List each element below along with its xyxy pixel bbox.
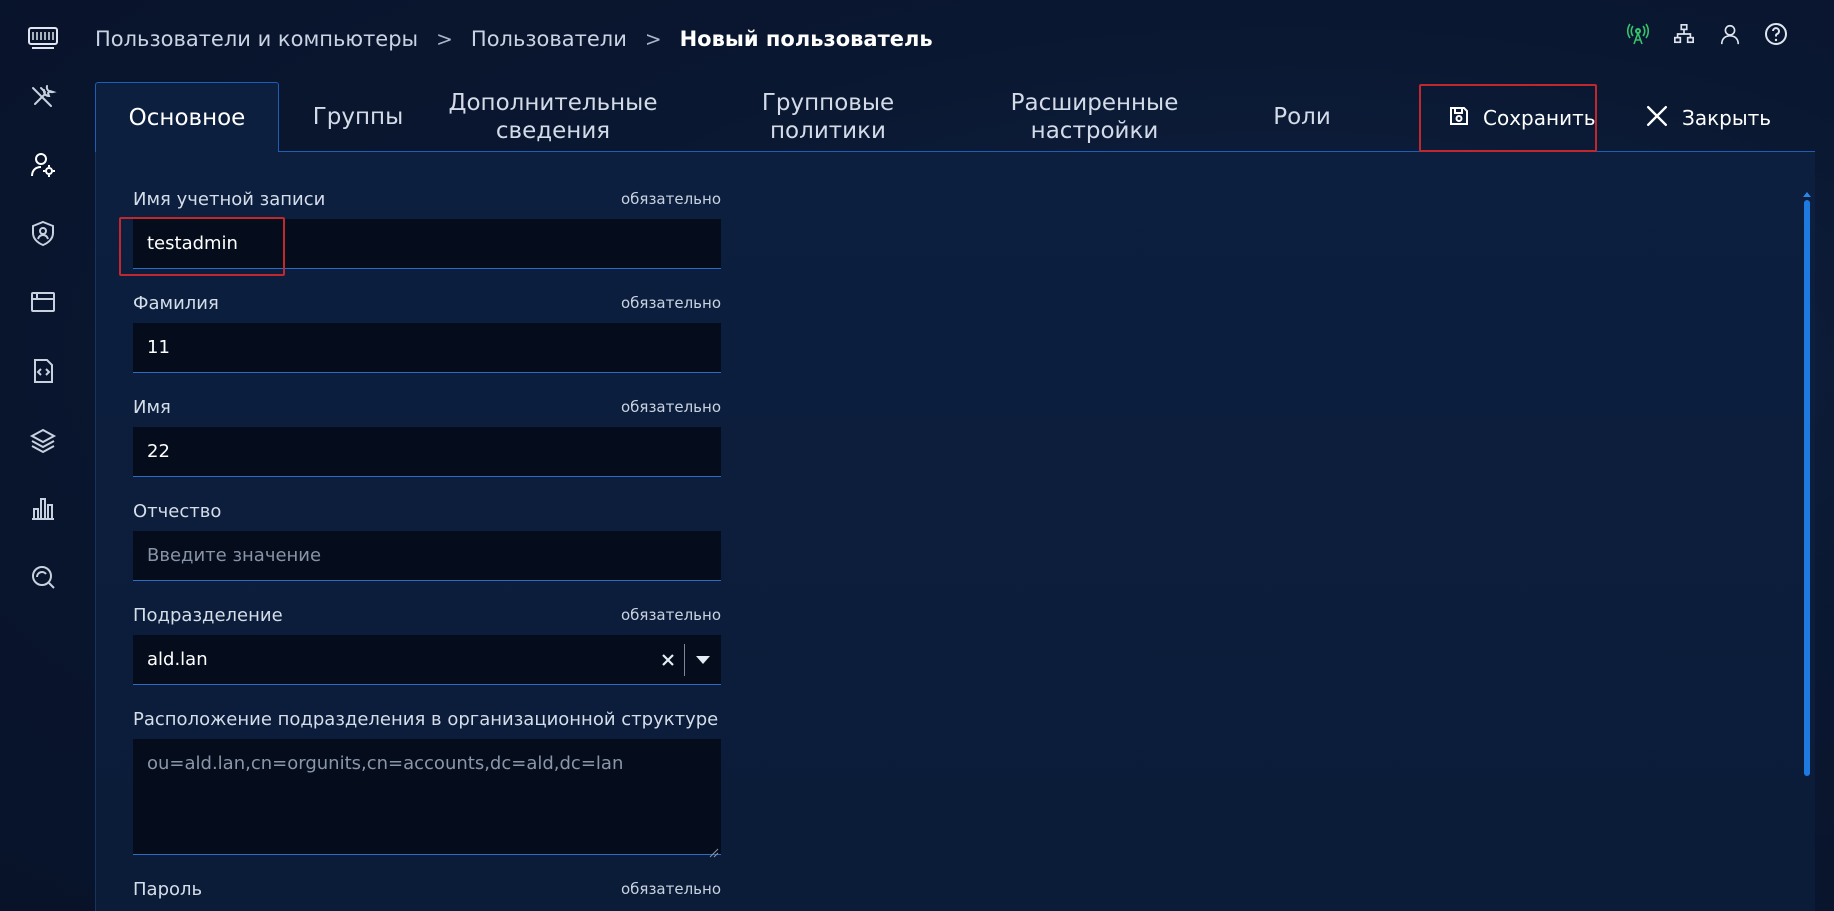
scrollbar-thumb[interactable]	[1804, 200, 1810, 776]
division-label: Подразделение	[133, 604, 283, 626]
vertical-scrollbar[interactable]	[1801, 192, 1811, 911]
division-select[interactable]: ald.lan	[133, 635, 721, 685]
tools-icon[interactable]	[26, 79, 60, 113]
tab-roles[interactable]: Роли	[1202, 82, 1402, 152]
division-location-label: Расположение подразделения в организацио…	[133, 708, 719, 730]
top-toolbar	[1626, 22, 1788, 46]
account-name-label: Имя учетной записи	[133, 188, 326, 210]
division-value: ald.lan	[147, 649, 208, 670]
breadcrumb-users-computers[interactable]: Пользователи и компьютеры	[95, 27, 418, 51]
first-name-input[interactable]: 22	[133, 427, 721, 477]
division-location-field: Расположение подразделения в организацио…	[133, 707, 721, 858]
app-window: Пользователи и компьютеры > Пользователи…	[0, 0, 1834, 911]
left-rail	[0, 0, 86, 911]
close-label: Закрыть	[1682, 106, 1772, 130]
close-icon	[1646, 105, 1668, 132]
division-location-value: ou=ald.lan,cn=orgunits,cn=accounts,dc=al…	[147, 753, 624, 774]
app-logo-icon[interactable]	[28, 26, 58, 52]
network-status-icon[interactable]	[1626, 22, 1650, 46]
required-marker: обязательно	[621, 190, 721, 208]
password-label: Пароль	[133, 878, 203, 900]
division-field: Подразделение обязательно ald.lan	[133, 603, 721, 685]
required-marker: обязательно	[621, 398, 721, 416]
search-monitor-icon[interactable]	[26, 560, 60, 594]
clear-icon[interactable]	[652, 653, 684, 667]
close-button[interactable]: Закрыть	[1646, 84, 1771, 152]
scroll-up-arrow-icon[interactable]	[1803, 192, 1811, 197]
resize-handle-icon[interactable]	[709, 842, 719, 858]
breadcrumb: Пользователи и компьютеры > Пользователи…	[95, 20, 933, 58]
user-icon[interactable]	[1718, 22, 1742, 46]
security-shield-icon[interactable]	[26, 216, 60, 250]
account-name-input[interactable]: testadmin	[133, 219, 721, 269]
last-name-input[interactable]: 11	[133, 323, 721, 373]
save-label: Сохранить	[1483, 106, 1596, 130]
breadcrumb-separator: >	[436, 27, 453, 51]
layers-icon[interactable]	[26, 423, 60, 457]
page-title: Новый пользователь	[679, 27, 933, 51]
required-marker: обязательно	[621, 294, 721, 312]
division-location-textarea[interactable]: ou=ald.lan,cn=orgunits,cn=accounts,dc=al…	[133, 739, 721, 858]
last-name-field: Фамилия обязательно 11	[133, 291, 721, 373]
bar-chart-icon[interactable]	[26, 491, 60, 525]
help-icon[interactable]	[1764, 22, 1788, 46]
breadcrumb-separator: >	[644, 27, 662, 51]
account-name-field: Имя учетной записи обязательно testadmin	[133, 187, 721, 269]
password-field: Пароль обязательно	[133, 877, 721, 901]
required-marker: обязательно	[621, 606, 721, 624]
tab-general[interactable]: Основное	[95, 82, 279, 154]
required-marker: обязательно	[621, 880, 721, 898]
hierarchy-icon[interactable]	[1672, 22, 1696, 46]
last-name-label: Фамилия	[133, 292, 219, 314]
tab-additional-info[interactable]: Дополнительные сведения	[437, 82, 669, 152]
tab-group-policies[interactable]: Групповые политики	[669, 82, 987, 152]
save-icon	[1449, 106, 1469, 131]
chevron-down-icon[interactable]	[685, 655, 721, 664]
code-file-icon[interactable]	[26, 354, 60, 388]
breadcrumb-users[interactable]: Пользователи	[471, 27, 627, 51]
tab-advanced-settings[interactable]: Расширенные настройки	[987, 82, 1202, 152]
middle-name-field: Отчество Введите значение	[133, 499, 721, 581]
window-icon[interactable]	[26, 285, 60, 319]
first-name-label: Имя	[133, 396, 171, 418]
users-settings-icon[interactable]	[26, 148, 60, 182]
save-button[interactable]: Сохранить	[1419, 84, 1597, 152]
middle-name-input[interactable]: Введите значение	[133, 531, 721, 581]
tab-groups[interactable]: Группы	[279, 82, 437, 152]
first-name-field: Имя обязательно 22	[133, 395, 721, 477]
middle-name-label: Отчество	[133, 500, 222, 522]
tab-bar: Основное Группы Дополнительные сведения …	[95, 82, 1402, 154]
